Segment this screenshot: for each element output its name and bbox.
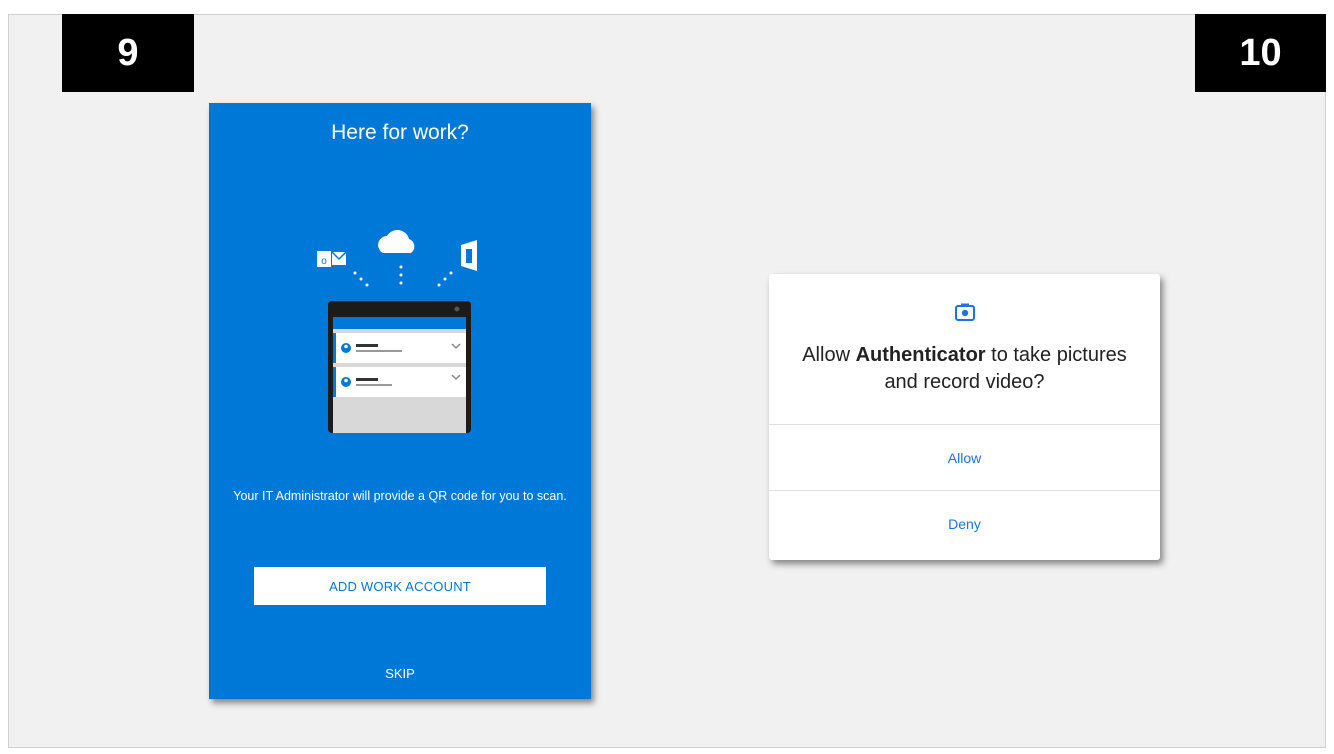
step-badge-10: 10: [1195, 14, 1326, 92]
office-icon: [461, 240, 477, 271]
person-icon: [341, 343, 351, 353]
onboarding-screen: Here for work? o Your IT Administrator w…: [209, 103, 591, 699]
onboarding-description: Your IT Administrator will provide a QR …: [233, 489, 567, 503]
skip-button[interactable]: SKIP: [359, 661, 441, 685]
svg-text:o: o: [321, 256, 327, 267]
person-icon: [341, 377, 351, 387]
step-badge-9: 9: [62, 14, 194, 92]
camera-icon: [955, 303, 975, 321]
work-apps-illustration: o: [317, 230, 477, 433]
onboarding-title: Here for work?: [331, 121, 469, 144]
camera-permission-dialog: Allow Authenticator to take pictures and…: [769, 274, 1160, 560]
add-work-account-button[interactable]: ADD WORK ACCOUNT: [254, 567, 546, 605]
onedrive-cloud-icon: [378, 230, 415, 253]
outlook-icon: o: [317, 251, 347, 267]
app-name: Authenticator: [855, 344, 986, 366]
allow-button[interactable]: Allow: [769, 425, 1160, 491]
permission-message: Allow Authenticator to take pictures and…: [802, 344, 1127, 393]
deny-button[interactable]: Deny: [769, 491, 1160, 557]
